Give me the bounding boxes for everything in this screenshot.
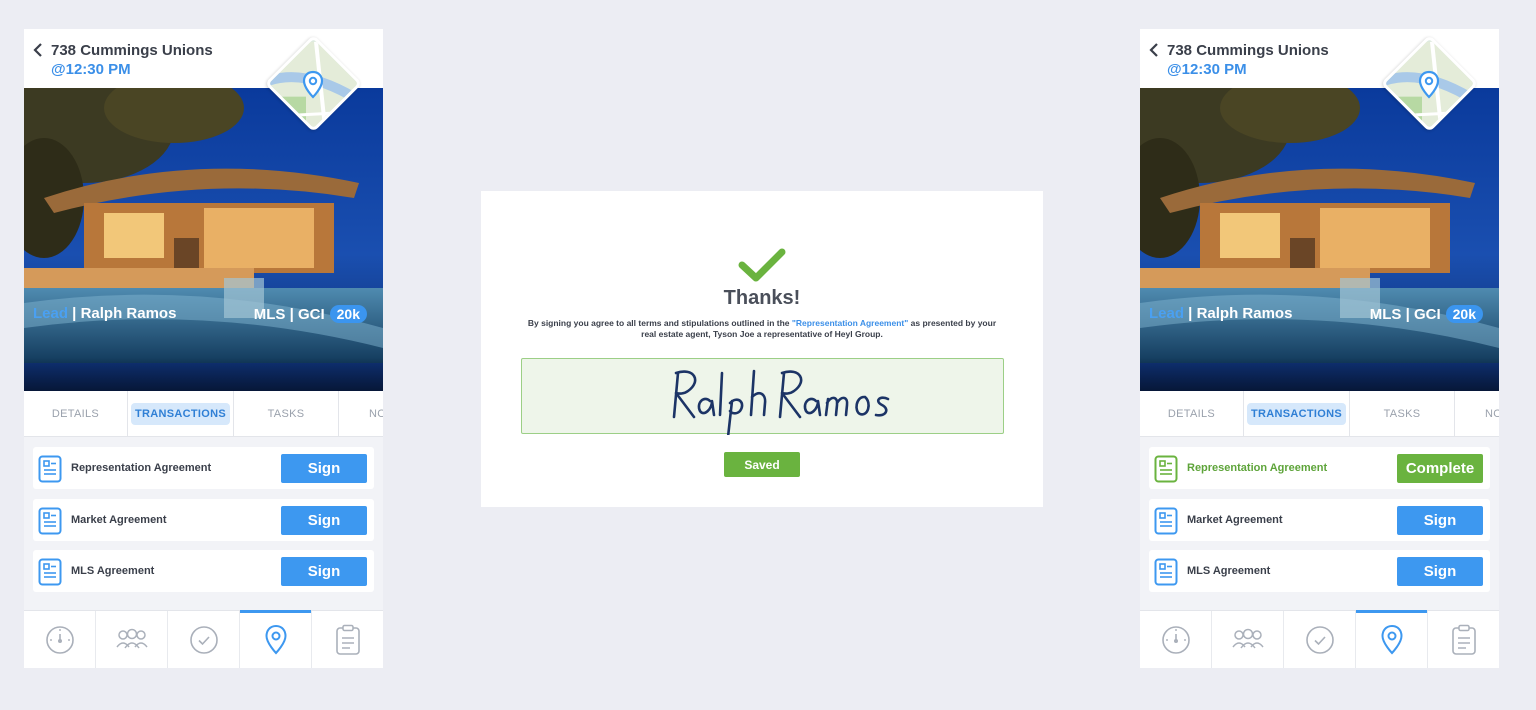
document-icon xyxy=(1154,558,1178,586)
mls-gci-line: MLS | GCI 20k xyxy=(1370,305,1483,323)
property-photo xyxy=(1140,88,1499,391)
checkmark-icon xyxy=(738,248,786,282)
tab-tasks[interactable]: TASKS xyxy=(234,391,339,436)
tab-label: DETAILS xyxy=(1167,407,1216,420)
gci-badge: 20k xyxy=(1445,305,1483,323)
location-pin-icon xyxy=(264,624,287,654)
clipboard-icon xyxy=(1451,624,1476,655)
signature-box[interactable] xyxy=(521,358,1004,435)
people-icon xyxy=(1231,628,1264,648)
client-name: Ralph Ramos xyxy=(1196,305,1293,322)
complete-button[interactable]: Complete xyxy=(1397,454,1483,483)
client-name: Ralph Ramos xyxy=(80,305,177,322)
nav-map[interactable] xyxy=(240,610,312,668)
sign-button[interactable]: Sign xyxy=(281,454,367,483)
document-icon xyxy=(38,507,62,535)
document-icon xyxy=(1154,507,1178,535)
speedometer-icon xyxy=(45,625,74,654)
tab-tasks[interactable]: TASKS xyxy=(1350,391,1455,436)
nav-contacts[interactable] xyxy=(96,611,168,668)
tab-label: TRANSACTIONS xyxy=(1247,402,1346,425)
appointment-time: @12:30 PM xyxy=(1167,61,1247,78)
back-chevron-icon[interactable] xyxy=(32,42,44,58)
nav-map[interactable] xyxy=(1356,610,1428,668)
tab-transactions[interactable]: TRANSACTIONS xyxy=(1244,391,1350,436)
tab-label: TRANSACTIONS xyxy=(131,402,230,425)
gci-badge: 20k xyxy=(329,305,367,323)
signature-confirmation-modal: Thanks! By signing you agree to all term… xyxy=(481,191,1043,507)
document-row-mls: MLS Agreement Sign xyxy=(33,550,374,592)
phone-screen-left: 738 Cummings Unions @12:30 PM Lead | Ral… xyxy=(24,29,383,668)
document-row-market: Market Agreement Sign xyxy=(1149,499,1490,541)
lead-client-line: Lead | Ralph Ramos xyxy=(1149,305,1292,322)
document-label: Representation Agreement xyxy=(1187,462,1328,474)
tab-details[interactable]: DETAILS xyxy=(24,391,128,436)
document-label: Market Agreement xyxy=(71,514,167,526)
document-row-market: Market Agreement Sign xyxy=(33,499,374,541)
location-pin-icon xyxy=(1380,624,1403,654)
tab-details[interactable]: DETAILS xyxy=(1140,391,1244,436)
tab-label: DETAILS xyxy=(51,407,100,420)
nav-tasks[interactable] xyxy=(168,611,240,668)
nav-clipboard[interactable] xyxy=(1428,611,1499,668)
tab-notes[interactable]: NO xyxy=(1455,391,1499,436)
property-address: 738 Cummings Unions xyxy=(1167,42,1329,59)
sign-button[interactable]: Sign xyxy=(281,506,367,535)
tab-label: NO xyxy=(1485,407,1499,420)
document-row-representation: Representation Agreement Complete xyxy=(1149,447,1490,489)
document-icon xyxy=(38,558,62,586)
document-row-representation: Representation Agreement Sign xyxy=(33,447,374,489)
document-label: MLS Agreement xyxy=(1187,565,1271,577)
nav-clipboard[interactable] xyxy=(312,611,383,668)
people-icon xyxy=(115,628,148,648)
thanks-heading: Thanks! xyxy=(723,287,801,309)
clipboard-icon xyxy=(335,624,360,655)
nav-dashboard[interactable] xyxy=(24,611,96,668)
nav-tasks[interactable] xyxy=(1284,611,1356,668)
nav-dashboard[interactable] xyxy=(1140,611,1212,668)
tab-label: TASKS xyxy=(267,407,305,420)
mls-gci-label: MLS | GCI xyxy=(253,305,325,323)
bottom-nav xyxy=(24,610,383,668)
tab-bar: DETAILS TRANSACTIONS TASKS NO xyxy=(1140,391,1499,437)
tab-notes[interactable]: NO xyxy=(339,391,383,436)
terms-text-part: By signing you agree to all terms and st… xyxy=(527,318,792,328)
check-circle-icon xyxy=(189,625,218,654)
speedometer-icon xyxy=(1161,625,1190,654)
property-photo xyxy=(24,88,383,391)
lead-client-line: Lead | Ralph Ramos xyxy=(33,305,176,322)
document-label: Market Agreement xyxy=(1187,514,1283,526)
tab-label: NO xyxy=(369,407,383,420)
back-chevron-icon[interactable] xyxy=(1148,42,1160,58)
phone-screen-right: 738 Cummings Unions @12:30 PM Lead | Ral… xyxy=(1140,29,1499,668)
map-pin-icon xyxy=(1418,70,1440,99)
check-circle-icon xyxy=(1305,625,1334,654)
lead-label: Lead xyxy=(33,305,69,322)
mls-gci-line: MLS | GCI 20k xyxy=(254,305,367,323)
bottom-nav xyxy=(1140,610,1499,668)
document-label: MLS Agreement xyxy=(71,565,155,577)
appointment-time: @12:30 PM xyxy=(51,61,131,78)
map-pin-icon xyxy=(302,70,324,99)
separator: | xyxy=(1184,305,1197,322)
tab-label: TASKS xyxy=(1383,407,1421,420)
document-complete-icon xyxy=(1154,455,1178,483)
sign-button[interactable]: Sign xyxy=(1397,506,1483,535)
agreement-link[interactable]: "Representation Agreement" xyxy=(792,318,908,328)
signature-drawing xyxy=(672,369,890,435)
document-row-mls: MLS Agreement Sign xyxy=(1149,550,1490,592)
property-address: 738 Cummings Unions xyxy=(51,42,213,59)
sign-button[interactable]: Sign xyxy=(281,557,367,586)
mls-gci-label: MLS | GCI xyxy=(1369,305,1441,323)
nav-contacts[interactable] xyxy=(1212,611,1284,668)
saved-button[interactable]: Saved xyxy=(724,452,800,477)
tab-bar: DETAILS TRANSACTIONS TASKS NO xyxy=(24,391,383,437)
lead-label: Lead xyxy=(1149,305,1185,322)
document-label: Representation Agreement xyxy=(71,462,212,474)
sign-button[interactable]: Sign xyxy=(1397,557,1483,586)
separator: | xyxy=(68,305,81,322)
tab-transactions[interactable]: TRANSACTIONS xyxy=(128,391,234,436)
document-icon xyxy=(38,455,62,483)
terms-text: By signing you agree to all terms and st… xyxy=(521,318,1003,340)
